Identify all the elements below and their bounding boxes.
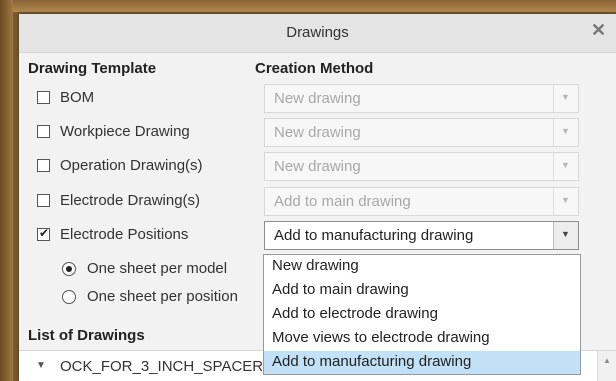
workpiece-method-select: New drawing ▼ [264, 118, 579, 147]
dialog-titlebar[interactable]: Drawings ✕ [19, 14, 616, 53]
one-sheet-per-position-radio[interactable] [62, 290, 76, 304]
dropdown-option-move-views[interactable]: Move views to electrode drawing [264, 327, 580, 350]
background-frame-left [0, 0, 13, 381]
electrode-method-arrow: ▼ [553, 188, 578, 215]
tree-item-label[interactable]: OCK_FOR_3_INCH_SPACER_L [60, 358, 280, 375]
one-sheet-per-model-label: One sheet per model [87, 260, 228, 277]
electrode-method-value: Add to main drawing [274, 193, 411, 210]
electrode-method-select: Add to main drawing ▼ [264, 187, 579, 216]
operation-checkbox[interactable] [37, 159, 50, 172]
chevron-down-icon: ▼ [561, 126, 570, 136]
chevron-down-icon: ▼ [561, 229, 570, 239]
electrode-positions-method-arrow[interactable]: ▼ [553, 222, 578, 249]
one-sheet-per-model-radio[interactable] [62, 262, 76, 276]
operation-method-value: New drawing [274, 158, 361, 175]
electrode-positions-method-value: Add to manufacturing drawing [274, 227, 474, 244]
workpiece-checkbox[interactable] [37, 125, 50, 138]
electrode-positions-label: Electrode Positions [60, 226, 189, 243]
bom-label: BOM [60, 89, 95, 106]
electrode-checkbox[interactable] [37, 194, 50, 207]
dropdown-option-add-to-manufacturing[interactable]: Add to manufacturing drawing [264, 351, 580, 374]
chevron-down-icon: ▼ [561, 195, 570, 205]
chevron-down-icon: ▼ [561, 160, 570, 170]
electrode-positions-method-select[interactable]: Add to manufacturing drawing ▼ [264, 221, 579, 250]
triangle-down-icon[interactable]: ▼ [36, 360, 46, 371]
electrode-label: Electrode Drawing(s) [60, 192, 201, 209]
creation-method-header: Creation Method [255, 60, 374, 77]
check-icon: ✔ [39, 226, 50, 240]
dropdown-option-add-to-electrode[interactable]: Add to electrode drawing [264, 303, 580, 326]
drawings-dialog: Drawings ✕ Drawing Template Creation Met… [19, 14, 616, 381]
operation-method-arrow: ▼ [553, 153, 578, 180]
bom-method-value: New drawing [274, 90, 361, 107]
list-of-drawings-header: List of Drawings [28, 327, 145, 344]
operation-method-select: New drawing ▼ [264, 152, 579, 181]
creation-method-dropdown: New drawing Add to main drawing Add to e… [263, 254, 581, 375]
list-scrollbar[interactable]: ▲ [597, 351, 616, 381]
bom-method-arrow: ▼ [553, 85, 578, 112]
one-sheet-per-position-label: One sheet per position [87, 288, 238, 305]
chevron-down-icon: ▼ [561, 92, 570, 102]
operation-label: Operation Drawing(s) [60, 157, 203, 174]
bom-method-select: New drawing ▼ [264, 84, 579, 113]
background-frame-top [0, 0, 616, 12]
dropdown-option-add-to-main[interactable]: Add to main drawing [264, 279, 580, 302]
drawing-template-header: Drawing Template [28, 60, 157, 77]
dropdown-option-new-drawing[interactable]: New drawing [264, 255, 580, 278]
dialog-title: Drawings [286, 24, 349, 41]
workpiece-method-value: New drawing [274, 124, 361, 141]
radio-selected-dot [66, 266, 72, 272]
workpiece-method-arrow: ▼ [553, 119, 578, 146]
bom-checkbox[interactable] [37, 91, 50, 104]
close-icon[interactable]: ✕ [591, 20, 606, 41]
electrode-positions-checkbox[interactable]: ✔ [37, 226, 50, 241]
scroll-up-icon[interactable]: ▲ [603, 356, 611, 365]
workpiece-label: Workpiece Drawing [60, 123, 190, 140]
